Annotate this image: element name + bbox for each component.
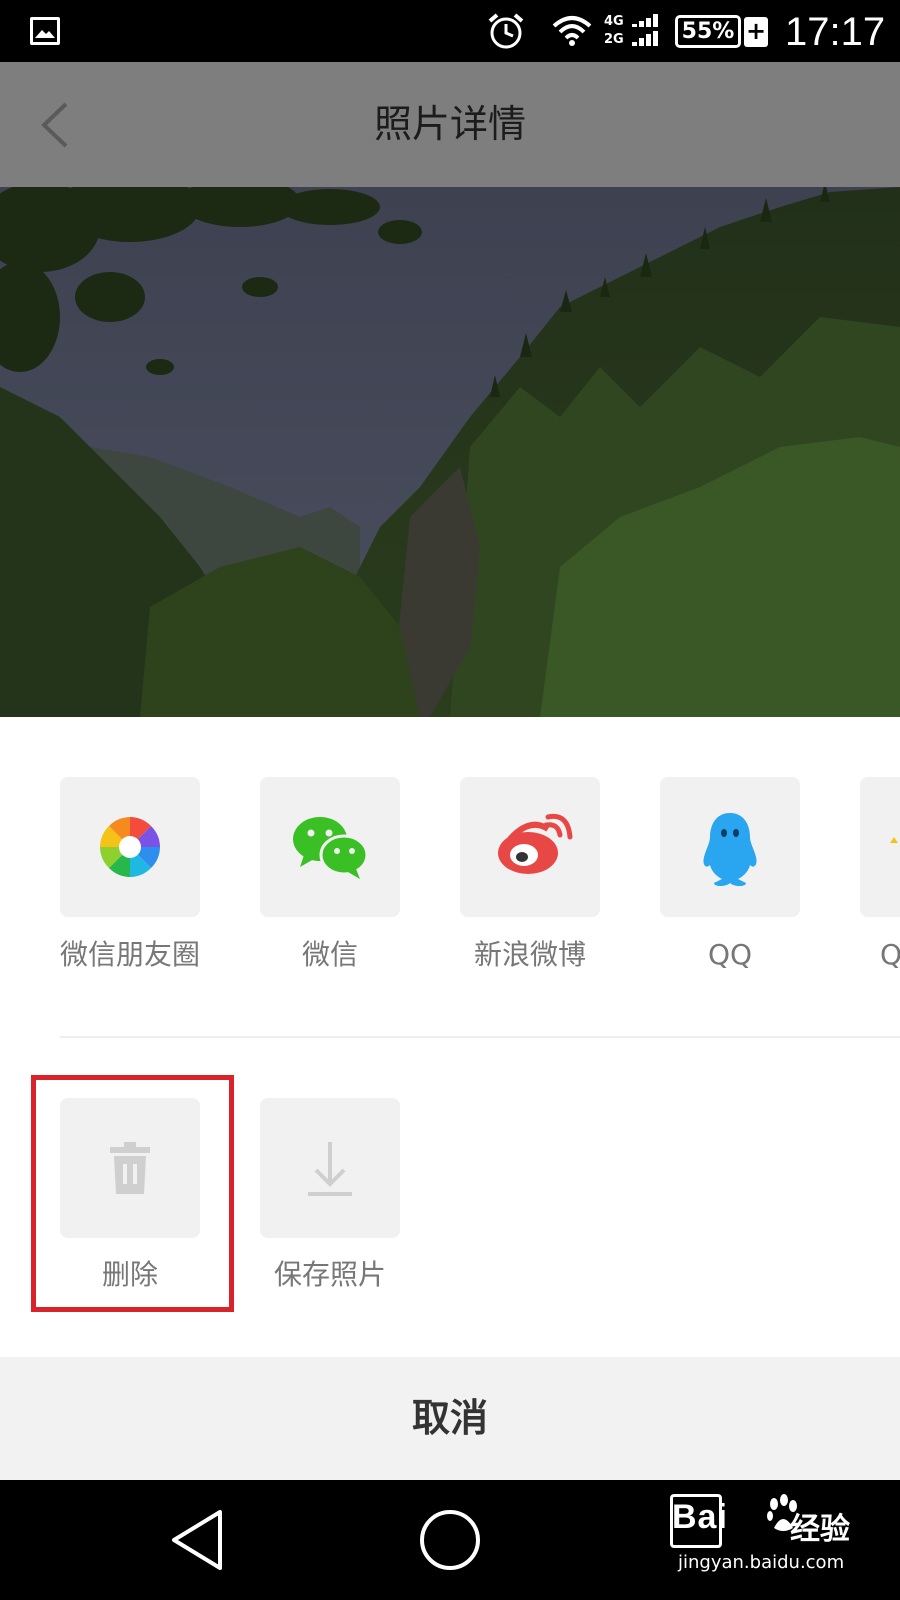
network-2g-label: 2G (604, 32, 624, 47)
moments-aperture-icon (100, 817, 160, 877)
save-photo-label: 保存照片 (273, 1258, 386, 1291)
share-qq-label: QQ (707, 938, 753, 971)
battery-indicator: 55% (675, 15, 741, 48)
save-photo-button[interactable] (260, 1098, 400, 1238)
weibo-icon (498, 813, 573, 874)
wechat-icon (293, 817, 369, 879)
share-moments-label: 微信朋友圈 (59, 938, 200, 971)
share-weibo-label: 新浪微博 (473, 938, 586, 971)
photo-preview (0, 187, 900, 717)
page-title: 照片详情 (373, 102, 526, 146)
status-bar: 4G 2G 55% + 17:17 (0, 0, 900, 62)
share-qzone-button[interactable] (860, 777, 900, 917)
watermark-brand-cn: 经验 (790, 1512, 850, 1547)
share-qzone-label: Q (880, 938, 900, 971)
signal-bars-icon (632, 14, 658, 46)
nav-home-icon[interactable] (416, 1508, 484, 1572)
share-weibo-button[interactable] (460, 777, 600, 917)
watermark-url: jingyan.baidu.com (678, 1552, 845, 1573)
wifi-icon (552, 16, 592, 46)
share-wechat-label: 微信 (301, 938, 358, 971)
app-header: 照片详情 (0, 62, 900, 187)
navigation-bar: Bai 经验 jingyan.baidu.com (0, 1480, 900, 1600)
download-icon (308, 1142, 352, 1196)
gallery-notification-icon (30, 17, 60, 45)
share-wechat-button[interactable] (260, 777, 400, 917)
share-moments-button[interactable] (60, 777, 200, 917)
qzone-star-icon (890, 837, 898, 843)
cancel-button[interactable]: 取消 (0, 1357, 900, 1480)
nav-back-icon[interactable] (168, 1508, 228, 1572)
section-divider (60, 1036, 900, 1038)
battery-level: 55% (681, 19, 735, 44)
charging-icon: + (744, 17, 768, 47)
cellular-signal: 4G 2G (604, 12, 664, 50)
alarm-clock-icon (488, 13, 524, 49)
highlight-box (31, 1075, 234, 1312)
qq-penguin-icon (703, 813, 757, 886)
network-4g-label: 4G (604, 14, 624, 29)
baidu-jingyan-watermark: Bai 经验 jingyan.baidu.com (670, 1494, 872, 1584)
clock-time: 17:17 (785, 10, 886, 54)
share-qq-button[interactable] (660, 777, 800, 917)
watermark-brand: Bai (672, 1498, 728, 1536)
